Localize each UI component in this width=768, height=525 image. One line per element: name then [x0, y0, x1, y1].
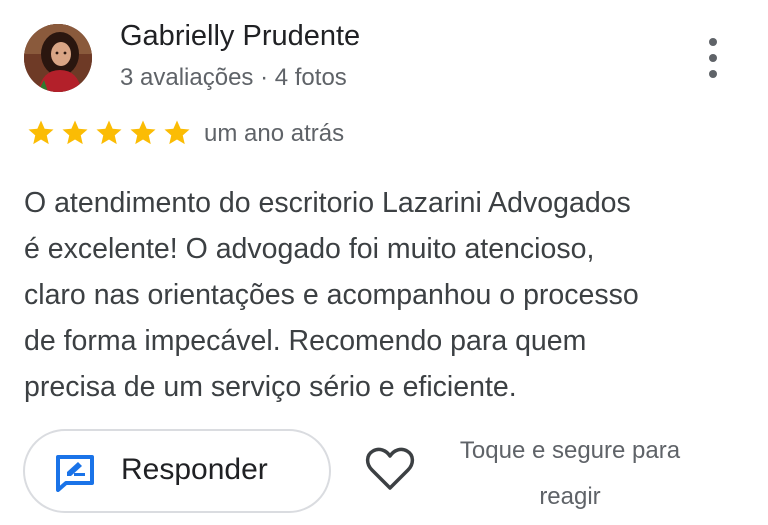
heart-outline-icon[interactable] [364, 446, 416, 492]
star-icon [96, 120, 122, 145]
react-hint: Toque e segure para reagir [459, 437, 681, 510]
reviewer-name[interactable]: Gabrielly Prudente [120, 20, 360, 53]
feedback-icon [56, 455, 94, 492]
avatar[interactable] [24, 24, 92, 92]
reply-button-label: Responder [121, 453, 268, 486]
star-rating [26, 118, 196, 152]
star-icon [130, 120, 156, 145]
review-text: O atendimento do escritorio Lazarini Adv… [24, 187, 639, 403]
more-options-icon[interactable] [698, 36, 728, 80]
reply-button[interactable]: Responder [23, 429, 331, 513]
star-icon [62, 120, 88, 145]
star-icon [164, 120, 190, 145]
star-icon [28, 120, 54, 145]
reviewer-meta: 3 avaliações · 4 fotos [120, 64, 347, 91]
profile-photo-icon [24, 24, 92, 92]
review-time: um ano atrás [204, 120, 345, 147]
